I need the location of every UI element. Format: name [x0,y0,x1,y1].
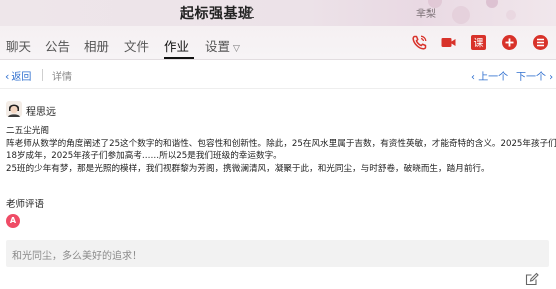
next-label: 下一个 [516,72,546,83]
lesson-icon[interactable]: 课 [470,34,487,51]
post-heading: 二五尘光阁 [6,126,49,136]
tab-announcements[interactable]: 公告 [45,36,70,55]
blossom-decoration [506,10,516,20]
tab-settings[interactable]: 设置 ▽ [205,36,240,55]
title-bar: 起标强基班 芈梨 [0,0,556,26]
edit-title-icon[interactable] [242,5,256,19]
voice-call-icon[interactable] [411,34,428,51]
post-line: 25班的少年有梦，那是光照的模样，我们视群黎为芳阁，携微澜清风，凝聚于此，和光同… [6,163,490,174]
chevron-down-icon: ▽ [233,44,240,54]
blossom-decoration [486,0,498,8]
chevron-left-icon: ‹ [5,70,10,83]
teacher-comments-title: 老师评语 [6,199,45,210]
back-label: 返回 [11,72,32,83]
author-name: 程思远 [26,107,56,118]
tab-album[interactable]: 相册 [84,36,109,55]
commenter-avatar[interactable]: A [6,214,20,228]
homework-content: 二五尘光阁 阵老师从数学的角度阐述了25这个数字的和谐性、包容性和创新性。除此，… [6,125,556,175]
avatar[interactable] [6,101,22,117]
page-title: 详情 [52,72,72,83]
detail-toolbar: ‹ 返回 详情 ‹ 上一个 下一个 › [0,61,556,89]
tab-homework[interactable]: 作业 [164,36,189,55]
active-tab-indicator [164,57,194,59]
chevron-right-icon: › [546,72,554,83]
post-line: 18岁成年，2025年孩子们参加高考……所以25是我们班级的幸运数字。 [6,151,282,162]
tab-files[interactable]: 文件 [124,36,149,55]
back-button[interactable]: ‹ 返回 [5,68,31,83]
user-chip: 芈梨 [416,9,436,20]
next-button[interactable]: 下一个 › [516,68,553,83]
add-icon[interactable] [501,34,518,51]
tab-bar: 聊天 公告 相册 文件 作业 设置 ▽ 课 [0,26,556,60]
post-line: 阵老师从数学的角度阐述了25这个数字的和谐性、包容性和创新性。除此，25在风水里… [6,138,556,149]
video-call-icon[interactable] [440,34,457,51]
lesson-icon-label: 课 [474,38,484,50]
tab-settings-label: 设置 [205,39,231,54]
previous-label: 上一个 [478,72,509,83]
divider [42,69,43,81]
previous-button[interactable]: ‹ 上一个 [471,68,508,83]
compose-icon[interactable] [525,272,539,286]
tab-chat[interactable]: 聊天 [6,36,31,55]
blossom-decoration [452,6,470,24]
comment-input[interactable]: 和光同尘，多么美好的追求！ [6,240,549,267]
more-icon[interactable] [532,34,549,51]
